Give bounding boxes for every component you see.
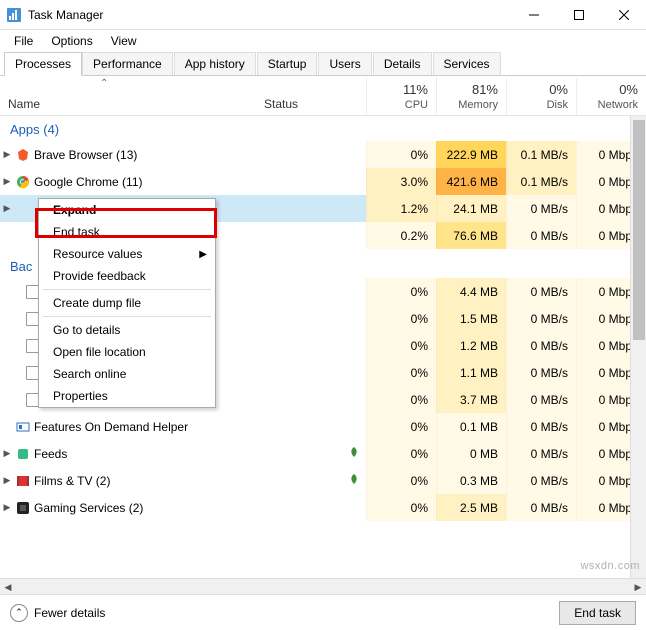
group-apps: Apps (4) [0, 116, 646, 141]
titlebar: Task Manager [0, 0, 646, 30]
vertical-scrollbar[interactable] [630, 116, 646, 578]
table-row[interactable]: ▶ Brave Browser (13) 0% 222.9 MB 0.1 MB/… [0, 141, 646, 168]
expand-icon[interactable]: ▶ [0, 475, 14, 486]
cell-disk: 0.1 MB/s [506, 168, 576, 195]
gaming-icon [14, 501, 32, 515]
menu-view[interactable]: View [103, 32, 145, 50]
column-headers: ⌃ Name Status 11%CPU 81%Memory 0%Disk 0%… [0, 76, 646, 116]
chevron-up-icon: ⌃ [10, 604, 28, 622]
menu-options[interactable]: Options [43, 32, 100, 50]
tab-apphistory[interactable]: App history [174, 52, 256, 75]
sort-indicator-icon: ⌃ [100, 78, 108, 89]
table-row[interactable]: ▶ Gaming Services (2) 0% 2.5 MB 0 MB/s 0… [0, 494, 646, 521]
tab-processes[interactable]: Processes [4, 52, 82, 76]
footer: ⌃ Fewer details End task [0, 594, 646, 630]
ctx-search[interactable]: Search online [39, 363, 215, 385]
cell-cpu: 0.2% [366, 222, 436, 249]
tab-performance[interactable]: Performance [82, 52, 173, 75]
table-row[interactable]: ▶ Films & TV (2) 0% 0.3 MB 0 MB/s 0 Mbps [0, 467, 646, 494]
ctx-openloc[interactable]: Open file location [39, 341, 215, 363]
cell-cpu: 1.2% [366, 195, 436, 222]
expand-icon[interactable]: ▶ [0, 448, 14, 459]
cell-cpu: 3.0% [366, 168, 436, 195]
close-button[interactable] [601, 0, 646, 30]
ctx-details[interactable]: Go to details [39, 319, 215, 341]
ctx-dump[interactable]: Create dump file [39, 292, 215, 314]
app-icon-chrome [14, 175, 32, 189]
menu-file[interactable]: File [6, 32, 41, 50]
chevron-right-icon: ▶ [199, 249, 207, 260]
col-status[interactable]: Status [256, 93, 366, 115]
table-row[interactable]: ▶ Feeds 0% 0 MB 0 MB/s 0 Mbps [0, 440, 646, 467]
leaf-icon [348, 473, 360, 485]
process-name: Films & TV (2) [32, 474, 256, 488]
maximize-button[interactable] [556, 0, 601, 30]
scroll-right-icon[interactable]: ▶ [630, 579, 646, 595]
tab-users[interactable]: Users [318, 52, 371, 75]
col-memory[interactable]: 81%Memory [436, 78, 506, 115]
cell-disk: 0.1 MB/s [506, 141, 576, 168]
tab-startup[interactable]: Startup [257, 52, 318, 75]
cell-disk: 0 MB/s [506, 195, 576, 222]
horizontal-scrollbar[interactable]: ◀ ▶ [0, 578, 646, 594]
scroll-left-icon[interactable]: ◀ [0, 579, 16, 595]
expand-icon[interactable]: ▶ [0, 502, 14, 513]
ctx-props[interactable]: Properties [39, 385, 215, 407]
app-icon-brave [14, 148, 32, 162]
expand-icon[interactable]: ▶ [0, 176, 14, 187]
app-icon [6, 7, 22, 23]
watermark: wsxdn.com [580, 560, 640, 572]
cell-mem: 421.6 MB [436, 168, 506, 195]
col-network[interactable]: 0%Network [576, 78, 646, 115]
col-cpu[interactable]: 11%CPU [366, 78, 436, 115]
ctx-feedback[interactable]: Provide feedback [39, 265, 215, 287]
cell-mem: 76.6 MB [436, 222, 506, 249]
ctx-expand[interactable]: Expand [39, 199, 215, 221]
fod-icon [14, 420, 32, 434]
table-row[interactable]: ▶ Google Chrome (11) 3.0% 421.6 MB 0.1 M… [0, 168, 646, 195]
minimize-button[interactable] [511, 0, 556, 30]
ctx-resource-values[interactable]: Resource values▶ [39, 243, 215, 265]
menubar: File Options View [0, 30, 646, 52]
expand-icon[interactable]: ▶ [0, 149, 14, 160]
end-task-button[interactable]: End task [559, 601, 636, 625]
window-title: Task Manager [28, 8, 511, 22]
table-row[interactable]: Features On Demand Helper 0% 0.1 MB 0 MB… [0, 413, 646, 440]
col-disk[interactable]: 0%Disk [506, 78, 576, 115]
cell-mem: 222.9 MB [436, 141, 506, 168]
ctx-end-task[interactable]: End task [39, 221, 215, 243]
process-name: Feeds [32, 447, 256, 461]
tab-services[interactable]: Services [433, 52, 501, 75]
process-grid: Apps (4) ▶ Brave Browser (13) 0% 222.9 M… [0, 116, 646, 578]
fewer-label: Fewer details [34, 606, 105, 620]
films-icon [14, 474, 32, 488]
context-menu: Expand End task Resource values▶ Provide… [38, 198, 216, 408]
leaf-icon [348, 446, 360, 458]
cell-mem: 24.1 MB [436, 195, 506, 222]
fewer-details-toggle[interactable]: ⌃ Fewer details [10, 604, 105, 622]
cell-disk: 0 MB/s [506, 222, 576, 249]
process-name: Gaming Services (2) [32, 501, 256, 515]
expand-icon[interactable]: ▶ [0, 203, 14, 214]
cell-cpu: 0% [366, 141, 436, 168]
col-name[interactable]: Name [0, 93, 256, 115]
tab-details[interactable]: Details [373, 52, 432, 75]
feeds-icon [14, 447, 32, 461]
process-name: Features On Demand Helper [32, 420, 256, 434]
process-name: Brave Browser (13) [32, 148, 256, 162]
tab-strip: Processes Performance App history Startu… [0, 52, 646, 76]
process-name: Google Chrome (11) [32, 175, 256, 189]
